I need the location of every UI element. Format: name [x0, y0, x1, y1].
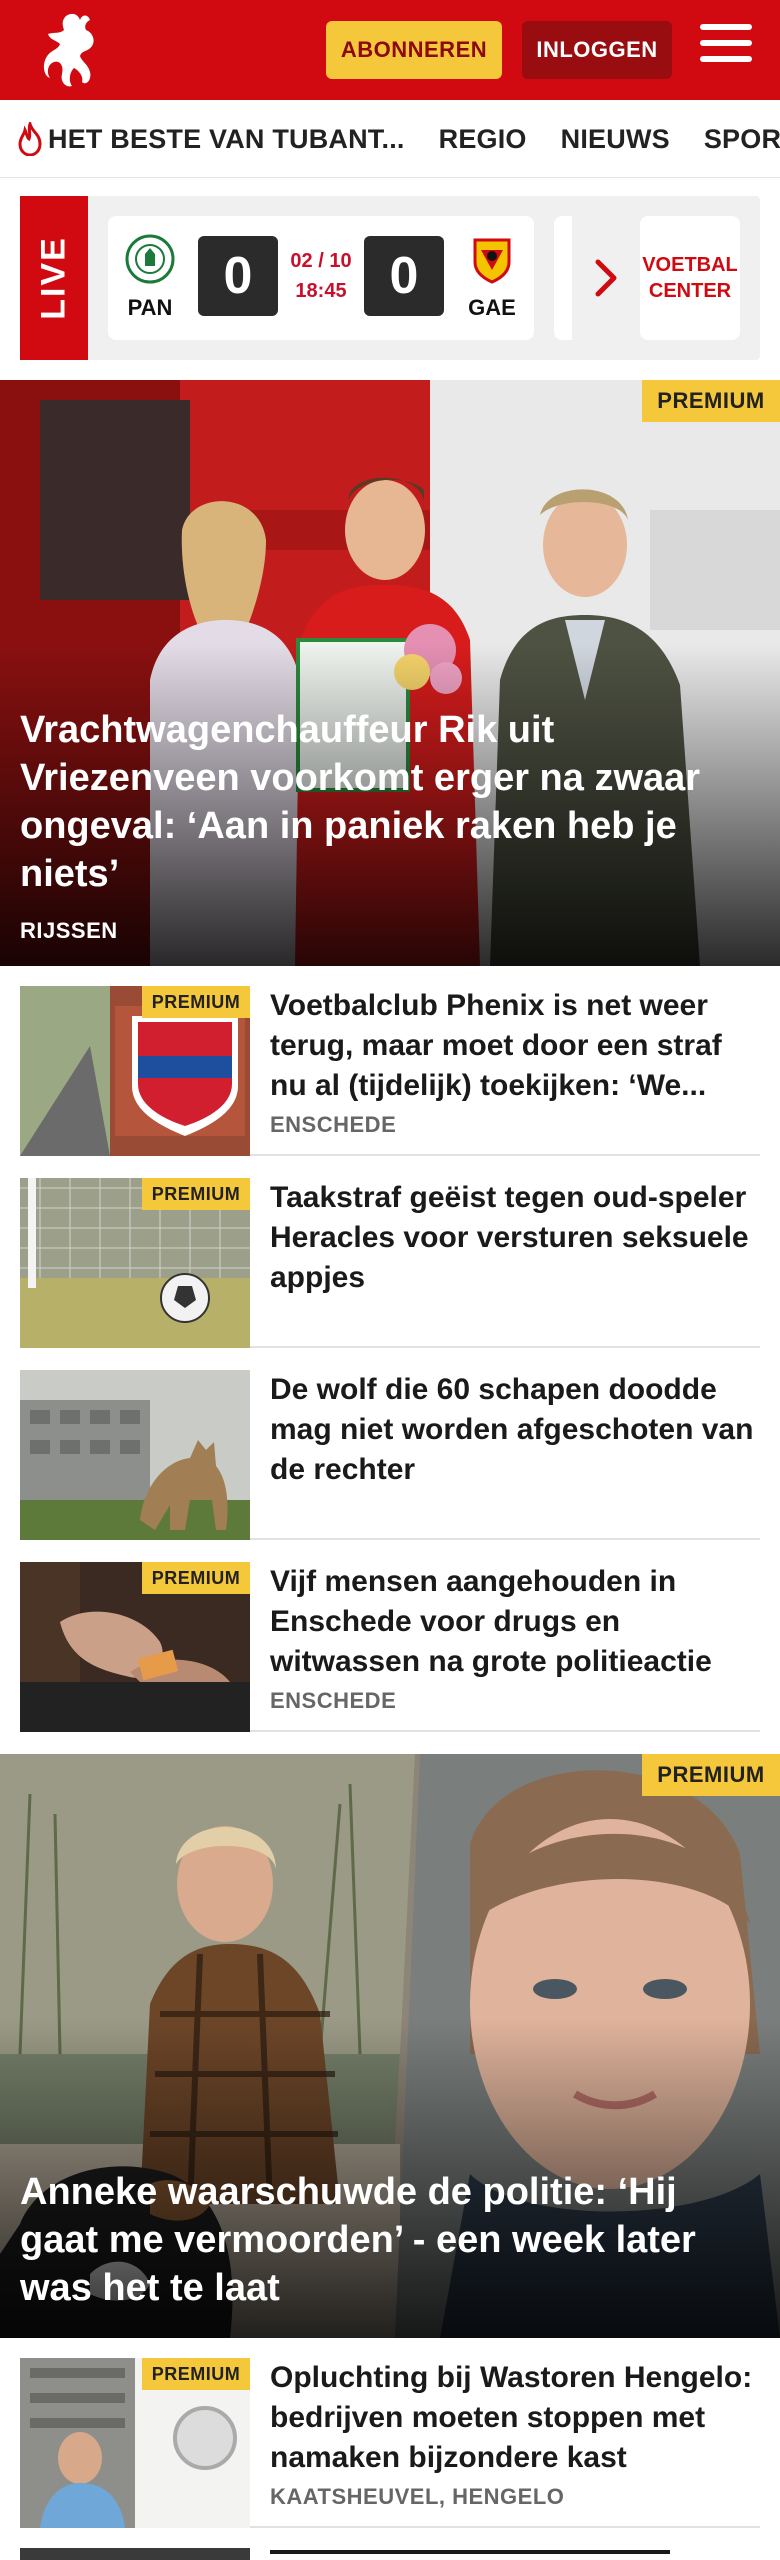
login-button[interactable]: INLOGGEN — [522, 21, 672, 79]
flame-icon — [18, 122, 42, 156]
nav-item-best-of[interactable]: HET BESTE VAN TUBANT... — [48, 124, 405, 155]
match-date: 02 / 10 — [290, 250, 352, 272]
premium-badge: PREMIUM — [642, 1754, 780, 1796]
premium-badge: PREMIUM — [142, 1178, 250, 1210]
premium-badge: PREMIUM — [142, 986, 250, 1018]
article-title[interactable]: Taakstraf geëist tegen oud-spe­ler Herac… — [270, 1178, 756, 1298]
premium-badge: PREMIUM — [142, 1562, 250, 1594]
menu-icon[interactable] — [700, 24, 752, 72]
away-team-name: GAE — [468, 295, 516, 320]
hero-article-2[interactable]: PREMIUM Anneke waarschuwde de politie: ‘… — [0, 1754, 780, 2338]
match-datetime: 02 / 10 18:45 — [286, 246, 356, 306]
article-thumbnail — [20, 1370, 250, 1540]
article-thumbnail: PREMIUM — [20, 986, 250, 1156]
wolf-photo — [20, 1370, 250, 1540]
away-team: GAE — [462, 234, 522, 321]
article-title[interactable]: Vijf mensen aangehouden in Enschede voor… — [270, 1562, 756, 1682]
live-label: LIVE — [20, 196, 88, 360]
away-score: 0 — [364, 236, 444, 316]
list-item[interactable]: PREMIUM Opluchting bij Wastoren Hengelo:… — [20, 2338, 760, 2528]
voetbal-center-line1: VOETBAL — [642, 254, 738, 276]
home-team-name: PAN — [127, 295, 173, 320]
hero-article[interactable]: PREMIUM Vrachtwagenchauffeur Rik uit Vri… — [0, 380, 780, 966]
match-card[interactable]: PAN 0 02 / 10 18:45 0 GAE — [108, 216, 534, 340]
chevron-right-icon[interactable] — [592, 258, 620, 298]
home-team: PAN — [120, 234, 180, 321]
home-score: 0 — [198, 236, 278, 316]
hero-title[interactable]: Vrachtwagenchauffeur Rik uit Vriezenveen… — [20, 706, 756, 898]
next-article-thumbnail-partial — [20, 2548, 250, 2560]
nav-item-regio[interactable]: REGIO — [439, 124, 527, 155]
hero-title[interactable]: Anneke waarschuwde de politie: ‘Hij gaat… — [20, 2168, 756, 2312]
live-scores-strip: LIVE PAN 0 02 / 10 18:45 0 GAE VOETBAL C… — [20, 196, 760, 360]
voetbal-center-line2: CENTER — [648, 280, 732, 302]
article-thumbnail: PREMIUM — [20, 1562, 250, 1732]
article-title[interactable]: Voetbalclub Phenix is net weer terug, ma… — [270, 986, 756, 1106]
article-tag: ENSCHEDE — [270, 1688, 397, 1713]
next-match-card-partial[interactable] — [554, 216, 572, 340]
list-item[interactable]: PREMIUM Taakstraf geëist tegen oud-spe­l… — [20, 1158, 760, 1348]
panathinaikos-crest-icon — [125, 234, 175, 284]
list-item[interactable]: PREMIUM Vijf mensen aangehouden in Ensch… — [20, 1542, 760, 1732]
premium-badge: PREMIUM — [142, 2358, 250, 2390]
subscribe-button[interactable]: ABONNEREN — [326, 21, 502, 79]
article-thumbnail: PREMIUM — [20, 2358, 250, 2528]
voetbal-center-button[interactable]: VOETBAL CENTER — [640, 216, 740, 340]
site-header: ABONNEREN INLOGGEN — [0, 0, 780, 100]
premium-badge: PREMIUM — [642, 380, 780, 422]
match-time: 18:45 — [295, 280, 347, 302]
list-item[interactable]: PREMIUM Voetbalclub Phenix is net weer t… — [20, 966, 760, 1156]
nav-item-nieuws[interactable]: NIEUWS — [561, 124, 670, 155]
section-nav: HET BESTE VAN TUBANT... REGIO NIEUWS SPO… — [0, 100, 780, 178]
list-item[interactable]: De wolf die 60 schapen doodde mag niet w… — [20, 1350, 760, 1540]
hero-tag: RIJSSEN — [20, 918, 118, 943]
article-tag: KAATSHEUVEL, HENGELO — [270, 2484, 565, 2509]
next-article-title-partial — [270, 2550, 670, 2560]
go-ahead-eagles-crest-icon — [473, 238, 511, 284]
article-thumbnail: PREMIUM — [20, 1178, 250, 1348]
article-tag: ENSCHEDE — [270, 1112, 397, 1137]
article-title[interactable]: De wolf die 60 schapen doodde mag niet w… — [270, 1370, 756, 1490]
tubantia-horse-logo[interactable] — [38, 10, 108, 90]
article-title[interactable]: Opluchting bij Wastoren Hengelo: bedrijv… — [270, 2358, 756, 2478]
nav-item-sport[interactable]: SPORT — [704, 124, 780, 155]
